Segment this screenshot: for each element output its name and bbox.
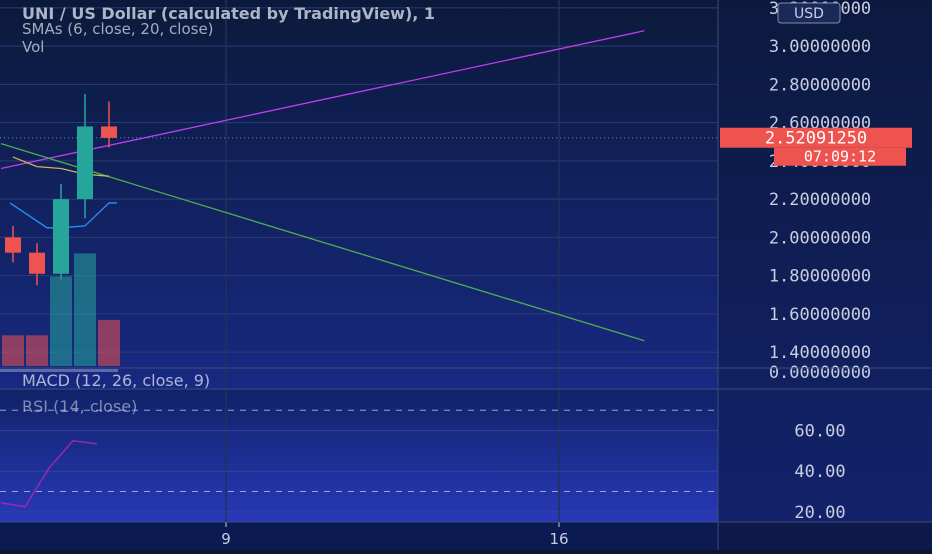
macd-tick-label: 0.00000000 [769,363,871,383]
volume-bar [2,335,24,366]
trading-chart[interactable]: 3.200000003.000000002.800000002.60000000… [0,0,932,550]
currency-button-label: USD [794,6,824,22]
price-tick-label: 1.40000000 [769,343,871,363]
rsi-tick-label: 40.00 [794,462,845,482]
chart-canvas[interactable]: 3.200000003.000000002.800000002.60000000… [0,0,932,550]
candle-body[interactable] [29,252,45,274]
candle-body[interactable] [5,237,21,253]
rsi-tick-label: 20.00 [794,503,845,523]
sma-legend: SMAs (6, close, 20, close) [22,20,214,38]
time-tick-label: 9 [221,530,231,548]
current-price-badge: 2.52091250 [720,127,912,149]
price-tick-label: 2.00000000 [769,228,871,248]
volume-bar [26,335,48,366]
time-tick-label: 16 [549,530,568,548]
macd-legend: MACD (12, 26, close, 9) [22,371,210,390]
price-tick-label: 2.20000000 [769,190,871,210]
currency-button[interactable]: USD [777,2,841,24]
volume-bar [50,276,72,366]
candle-body[interactable] [53,199,69,274]
current-price-value: 2.52091250 [765,129,867,149]
price-tick-label: 3.00000000 [769,37,871,57]
candle-body[interactable] [101,126,117,138]
rsi-tick-label: 60.00 [794,422,845,442]
candle-countdown-badge: 07:09:12 [774,147,906,166]
candle-countdown: 07:09:12 [804,148,876,166]
rsi-legend: RSI (14, close) [22,397,137,416]
price-tick-label: 1.60000000 [769,305,871,325]
price-tick-label: 2.80000000 [769,75,871,95]
price-tick-label: 1.80000000 [769,267,871,287]
volume-legend: Vol [22,38,44,56]
volume-bar [74,253,96,366]
volume-bar [98,319,120,366]
